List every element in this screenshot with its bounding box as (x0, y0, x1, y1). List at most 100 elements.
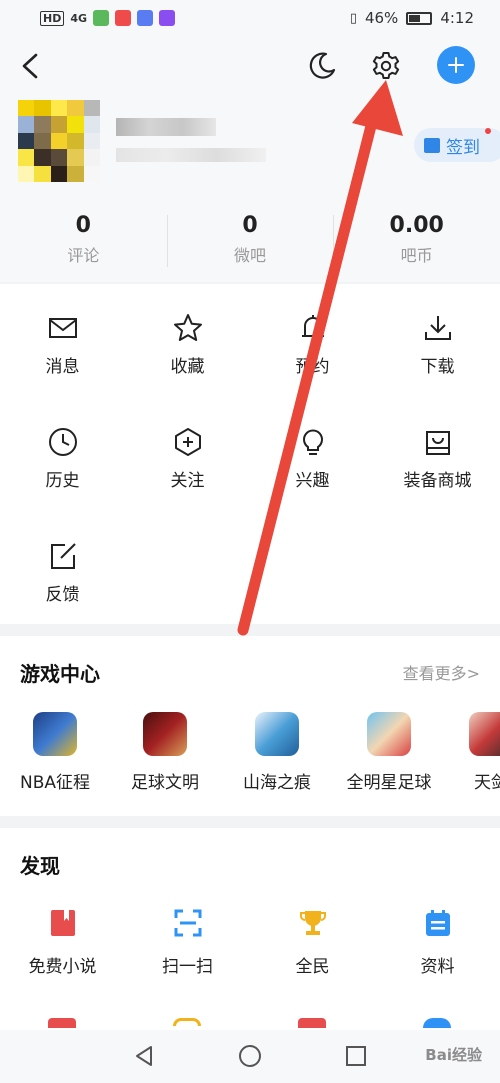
clock-icon (48, 428, 77, 456)
grid-item-downloads[interactable]: 下载 (375, 284, 500, 394)
next-row-peek (48, 1018, 76, 1028)
moon-icon[interactable] (306, 50, 338, 82)
avatar-pixel (18, 132, 35, 150)
avatar-pixel (18, 149, 35, 166)
stat-coins[interactable]: 0.00 吧币 (333, 213, 500, 273)
alarm-icon (301, 315, 324, 337)
stat-label: 评论 (67, 246, 100, 265)
grid-item-reservations[interactable]: 预约 (250, 284, 375, 394)
discover-item-scan[interactable]: 扫一扫 (125, 908, 250, 977)
discover-item-label: 资料 (420, 957, 455, 977)
grid-item-label: 兴趣 (295, 471, 330, 491)
avatar-pixel (83, 165, 100, 182)
game-item[interactable]: 天剑 (436, 712, 500, 793)
grid-item-equipment-store[interactable]: 装备商城 (375, 398, 500, 508)
app-chip (93, 10, 110, 26)
status-right: ▯ 46% 4:12 (350, 9, 474, 27)
square-recent-icon[interactable] (344, 1044, 368, 1068)
avatar[interactable] (18, 100, 100, 182)
game-name: 山海之痕 (243, 773, 311, 793)
user-subtitle-blurred (116, 148, 266, 162)
avatar-pixel (18, 100, 35, 117)
game-item[interactable]: 全明星足球 (334, 712, 444, 793)
discover-item-label: 全民 (295, 957, 330, 977)
mail-icon (48, 318, 77, 338)
discover-item-resources[interactable]: 资料 (375, 908, 500, 977)
hd-indicator: HD (40, 10, 65, 26)
shopping-bag-icon (425, 431, 450, 455)
vibrate-icon: ▯ (349, 10, 357, 26)
hexagon-plus-icon (174, 428, 201, 456)
app-chip (159, 10, 176, 26)
stat-label: 吧币 (400, 246, 433, 265)
calendar-icon (425, 910, 450, 936)
next-row-peek (298, 1018, 326, 1028)
game-name: 全明星足球 (346, 773, 432, 793)
circle-home-icon[interactable] (238, 1044, 262, 1068)
app-chip (137, 10, 154, 26)
grid-item-interests[interactable]: 兴趣 (250, 398, 375, 508)
avatar-pixel (67, 132, 84, 150)
grid-item-history[interactable]: 历史 (0, 398, 125, 508)
status-left: HD 4G (40, 10, 176, 26)
avatar-pixel (67, 116, 84, 133)
app-screen: HD 4G ▯ 46% 4:12 签到 0 评论 0 微吧 0.00 吧币 消息… (0, 0, 500, 1083)
avatar-pixel (34, 116, 51, 133)
triangle-back-icon[interactable] (132, 1044, 156, 1068)
game-item[interactable]: 山海之痕 (222, 712, 332, 793)
status-bar: HD 4G ▯ 46% 4:12 (0, 0, 500, 38)
discover-item-all-people[interactable]: 全民 (250, 908, 375, 977)
function-grid: 消息 收藏 预约 下载 历史 关注 兴趣 装备商城 反馈 (0, 284, 500, 624)
signin-label: 签到 (446, 137, 480, 158)
book-icon (50, 910, 75, 936)
lightbulb-icon (302, 429, 323, 455)
chevron-left-icon[interactable] (18, 52, 42, 80)
game-name: 足球文明 (131, 773, 199, 793)
stat-value: 0.00 (389, 213, 444, 238)
star-icon (173, 314, 202, 341)
avatar-pixel (67, 165, 84, 182)
avatar-pixel (50, 165, 68, 182)
grid-item-messages[interactable]: 消息 (0, 284, 125, 394)
avatar-pixel (83, 149, 100, 166)
download-icon (424, 316, 451, 340)
profile-header: 签到 0 评论 0 微吧 0.00 吧币 (0, 38, 500, 282)
stat-label: 微吧 (234, 246, 267, 265)
scan-icon (174, 909, 201, 937)
stats-row: 0 评论 0 微吧 0.00 吧币 (0, 213, 500, 273)
game-item[interactable]: 足球文明 (110, 712, 220, 793)
grid-item-feedback[interactable]: 反馈 (0, 512, 125, 622)
battery-icon (406, 11, 433, 25)
battery-percent: 46% (364, 9, 399, 27)
avatar-pixel (34, 165, 51, 182)
add-button[interactable] (437, 46, 475, 84)
gear-icon[interactable] (370, 50, 402, 82)
discover-item-label: 扫一扫 (162, 957, 213, 977)
avatar-pixel (67, 149, 84, 166)
discover-item-free-novels[interactable]: 免费小说 (0, 908, 125, 977)
avatar-pixel (83, 116, 100, 133)
network-indicator: 4G (70, 11, 88, 25)
game-center-section: 游戏中心 查看更多> NBA征程 足球文明 山海之痕 全明星足球 天剑 (0, 636, 500, 816)
avatar-pixel (50, 149, 68, 166)
calendar-check-icon (424, 137, 440, 153)
grid-item-favorites[interactable]: 收藏 (125, 284, 250, 394)
game-name: 天剑 (474, 773, 500, 793)
game-thumbnail (255, 712, 299, 756)
section-title: 发现 (20, 854, 60, 878)
stat-value: 0 (242, 213, 258, 238)
grid-item-label: 预约 (295, 357, 330, 377)
avatar-pixel (18, 165, 35, 182)
see-more-link[interactable]: 查看更多> (403, 660, 480, 684)
avatar-pixel (50, 132, 68, 150)
game-thumbnail (367, 712, 411, 756)
system-nav-bar: Bai经验 (0, 1030, 500, 1083)
stat-comments[interactable]: 0 评论 (0, 213, 167, 273)
avatar-pixel (18, 116, 35, 133)
grid-item-label: 反馈 (45, 585, 80, 605)
game-thumbnail (143, 712, 187, 756)
game-thumbnail (469, 712, 500, 756)
stat-weiba[interactable]: 0 微吧 (166, 213, 334, 273)
game-item[interactable]: NBA征程 (0, 712, 110, 793)
grid-item-following[interactable]: 关注 (125, 398, 250, 508)
